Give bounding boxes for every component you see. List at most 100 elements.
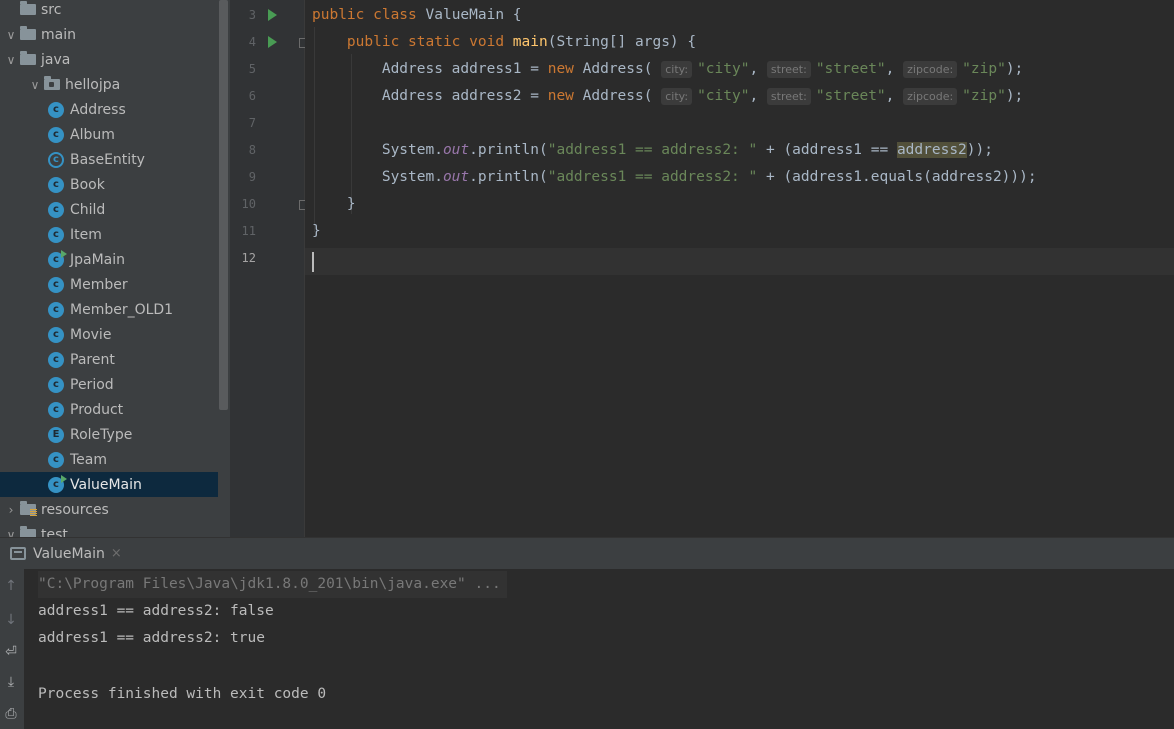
class-icon: c — [48, 451, 64, 468]
tree-item-resources[interactable]: › resources — [0, 497, 218, 522]
console-output[interactable]: "C:\Program Files\Java\jdk1.8.0_201\bin\… — [24, 569, 1174, 729]
code-line-10[interactable]: } — [305, 191, 1174, 218]
tree-item-movie[interactable]: c Movie — [0, 322, 218, 347]
string-literal: "street" — [815, 88, 886, 104]
parameter-hint: street: — [766, 61, 811, 78]
string-literal: "zip" — [962, 61, 1006, 77]
tree-item-label: Period — [70, 376, 114, 393]
tree-item-product[interactable]: c Product — [0, 397, 218, 422]
tree-item-label: hellojpa — [65, 76, 121, 93]
string-literal: "zip" — [962, 88, 1006, 104]
line-number: 11 — [241, 224, 256, 238]
tree-item-main[interactable]: ∨ main — [0, 22, 218, 47]
code-line-4[interactable]: public static void main(String[] args) { — [305, 29, 1174, 56]
code-line-11[interactable]: } — [305, 218, 1174, 245]
keyword: public class — [312, 7, 426, 23]
code-line-6[interactable]: Address address2 = new Address( city: "ci… — [305, 83, 1174, 110]
tree-item-member[interactable]: c Member — [0, 272, 218, 297]
tree-item-java[interactable]: ∨ java — [0, 47, 218, 72]
folder-icon — [20, 526, 36, 537]
code-line-3[interactable]: public class ValueMain { — [305, 2, 1174, 29]
tree-item-member-old1[interactable]: c Member_OLD1 — [0, 297, 218, 322]
tree-item-label: ValueMain — [70, 476, 142, 493]
tree-item-roletype[interactable]: E RoleType — [0, 422, 218, 447]
code-line-9[interactable]: System.out.println("address1 == address2… — [305, 164, 1174, 191]
code-text: Address address2 = — [381, 88, 548, 104]
run-panel-header: ValueMain × — [0, 537, 1174, 569]
class-icon: c — [48, 301, 64, 318]
code-line-5[interactable]: Address address1 = new Address( city: "ci… — [305, 56, 1174, 83]
tree-item-valuemain[interactable]: c ValueMain — [0, 472, 218, 497]
tree-item-hellojpa[interactable]: ∨ hellojpa — [0, 72, 218, 97]
console-exit-line: Process finished with exit code 0 — [38, 686, 327, 702]
line-number: 12 — [241, 251, 256, 265]
code-text: .println( — [469, 169, 548, 185]
run-tab-valuemain[interactable]: ValueMain × — [0, 538, 122, 569]
tree-item-item[interactable]: c Item — [0, 222, 218, 247]
tree-item-src[interactable]: src — [0, 0, 218, 22]
run-gutter-icon[interactable] — [268, 36, 277, 48]
string-literal: "address1 == address2: " — [547, 169, 758, 185]
class-icon: c — [48, 101, 64, 118]
project-tree-scrollbar[interactable] — [219, 0, 228, 410]
keyword: public static void — [346, 34, 513, 50]
tree-item-label: Member_OLD1 — [70, 301, 174, 318]
code-text: )); — [966, 142, 993, 158]
tree-item-book[interactable]: c Book — [0, 172, 218, 197]
code-text: ); — [1005, 88, 1024, 104]
run-tab-label: ValueMain — [33, 545, 105, 562]
text-caret — [312, 252, 314, 272]
parameter-hint: zipcode: — [903, 61, 958, 78]
tree-item-address[interactable]: c Address — [0, 97, 218, 122]
chevron-down-icon[interactable]: ∨ — [4, 28, 18, 42]
run-gutter-icon[interactable] — [268, 9, 277, 21]
code-text: System. — [381, 169, 443, 185]
tree-item-jpamain[interactable]: c JpaMain — [0, 247, 218, 272]
class-icon: c — [48, 351, 64, 368]
tree-item-album[interactable]: c Album — [0, 122, 218, 147]
console-icon — [10, 547, 26, 560]
tree-item-label: Item — [70, 226, 102, 243]
close-tab-icon[interactable]: × — [111, 546, 122, 561]
tree-item-label: Team — [70, 451, 108, 468]
line-number: 5 — [248, 62, 256, 76]
soft-wrap-icon[interactable]: ⏎ — [2, 643, 20, 661]
keyword: new — [547, 88, 583, 104]
tree-item-baseentity[interactable]: c BaseEntity — [0, 147, 218, 172]
chevron-down-icon[interactable]: ∨ — [4, 53, 18, 67]
chevron-down-icon[interactable]: ∨ — [28, 78, 42, 92]
tree-item-parent[interactable]: c Parent — [0, 347, 218, 372]
code-line-12[interactable] — [305, 248, 1174, 275]
abstract-class-icon: c — [48, 151, 64, 168]
console-output-line: address1 == address2: false — [38, 603, 274, 619]
print-icon[interactable]: ⎙ — [2, 705, 20, 723]
tree-item-label: Product — [70, 401, 124, 418]
line-number: 6 — [248, 89, 256, 103]
line-number: 9 — [248, 170, 256, 184]
highlighted-identifier: address2 — [896, 142, 967, 158]
code-text: .println( — [469, 142, 548, 158]
class-icon: c — [48, 376, 64, 393]
scroll-to-end-icon[interactable]: ⤓ — [2, 673, 20, 691]
tree-item-label: src — [41, 1, 62, 18]
code-line-8[interactable]: System.out.println("address1 == address2… — [305, 137, 1174, 164]
tree-item-label: Album — [70, 126, 115, 143]
scroll-up-icon[interactable]: ↑ — [2, 577, 20, 595]
string-literal: "city" — [697, 61, 750, 77]
chevron-right-icon[interactable]: › — [4, 503, 18, 517]
scroll-down-icon[interactable]: ↓ — [2, 611, 20, 629]
code-text: Address address1 = — [381, 61, 548, 77]
chevron-down-icon[interactable]: ∨ — [4, 528, 18, 538]
tree-item-team[interactable]: c Team — [0, 447, 218, 472]
code-text: + (address1 == — [757, 142, 897, 158]
tree-item-child[interactable]: c Child — [0, 197, 218, 222]
code-editor[interactable]: public class ValueMain { public static v… — [305, 0, 1174, 537]
class-icon: c — [48, 201, 64, 218]
parameter-hint: city: — [661, 88, 693, 105]
tree-item-test[interactable]: ∨ test — [0, 522, 218, 537]
tree-item-period[interactable]: c Period — [0, 372, 218, 397]
string-literal: "address1 == address2: " — [547, 142, 758, 158]
console-output-line: address1 == address2: true — [38, 630, 265, 646]
code-text: + (address1.equals(address2))); — [757, 169, 1037, 185]
class-name: ValueMain — [425, 7, 505, 23]
